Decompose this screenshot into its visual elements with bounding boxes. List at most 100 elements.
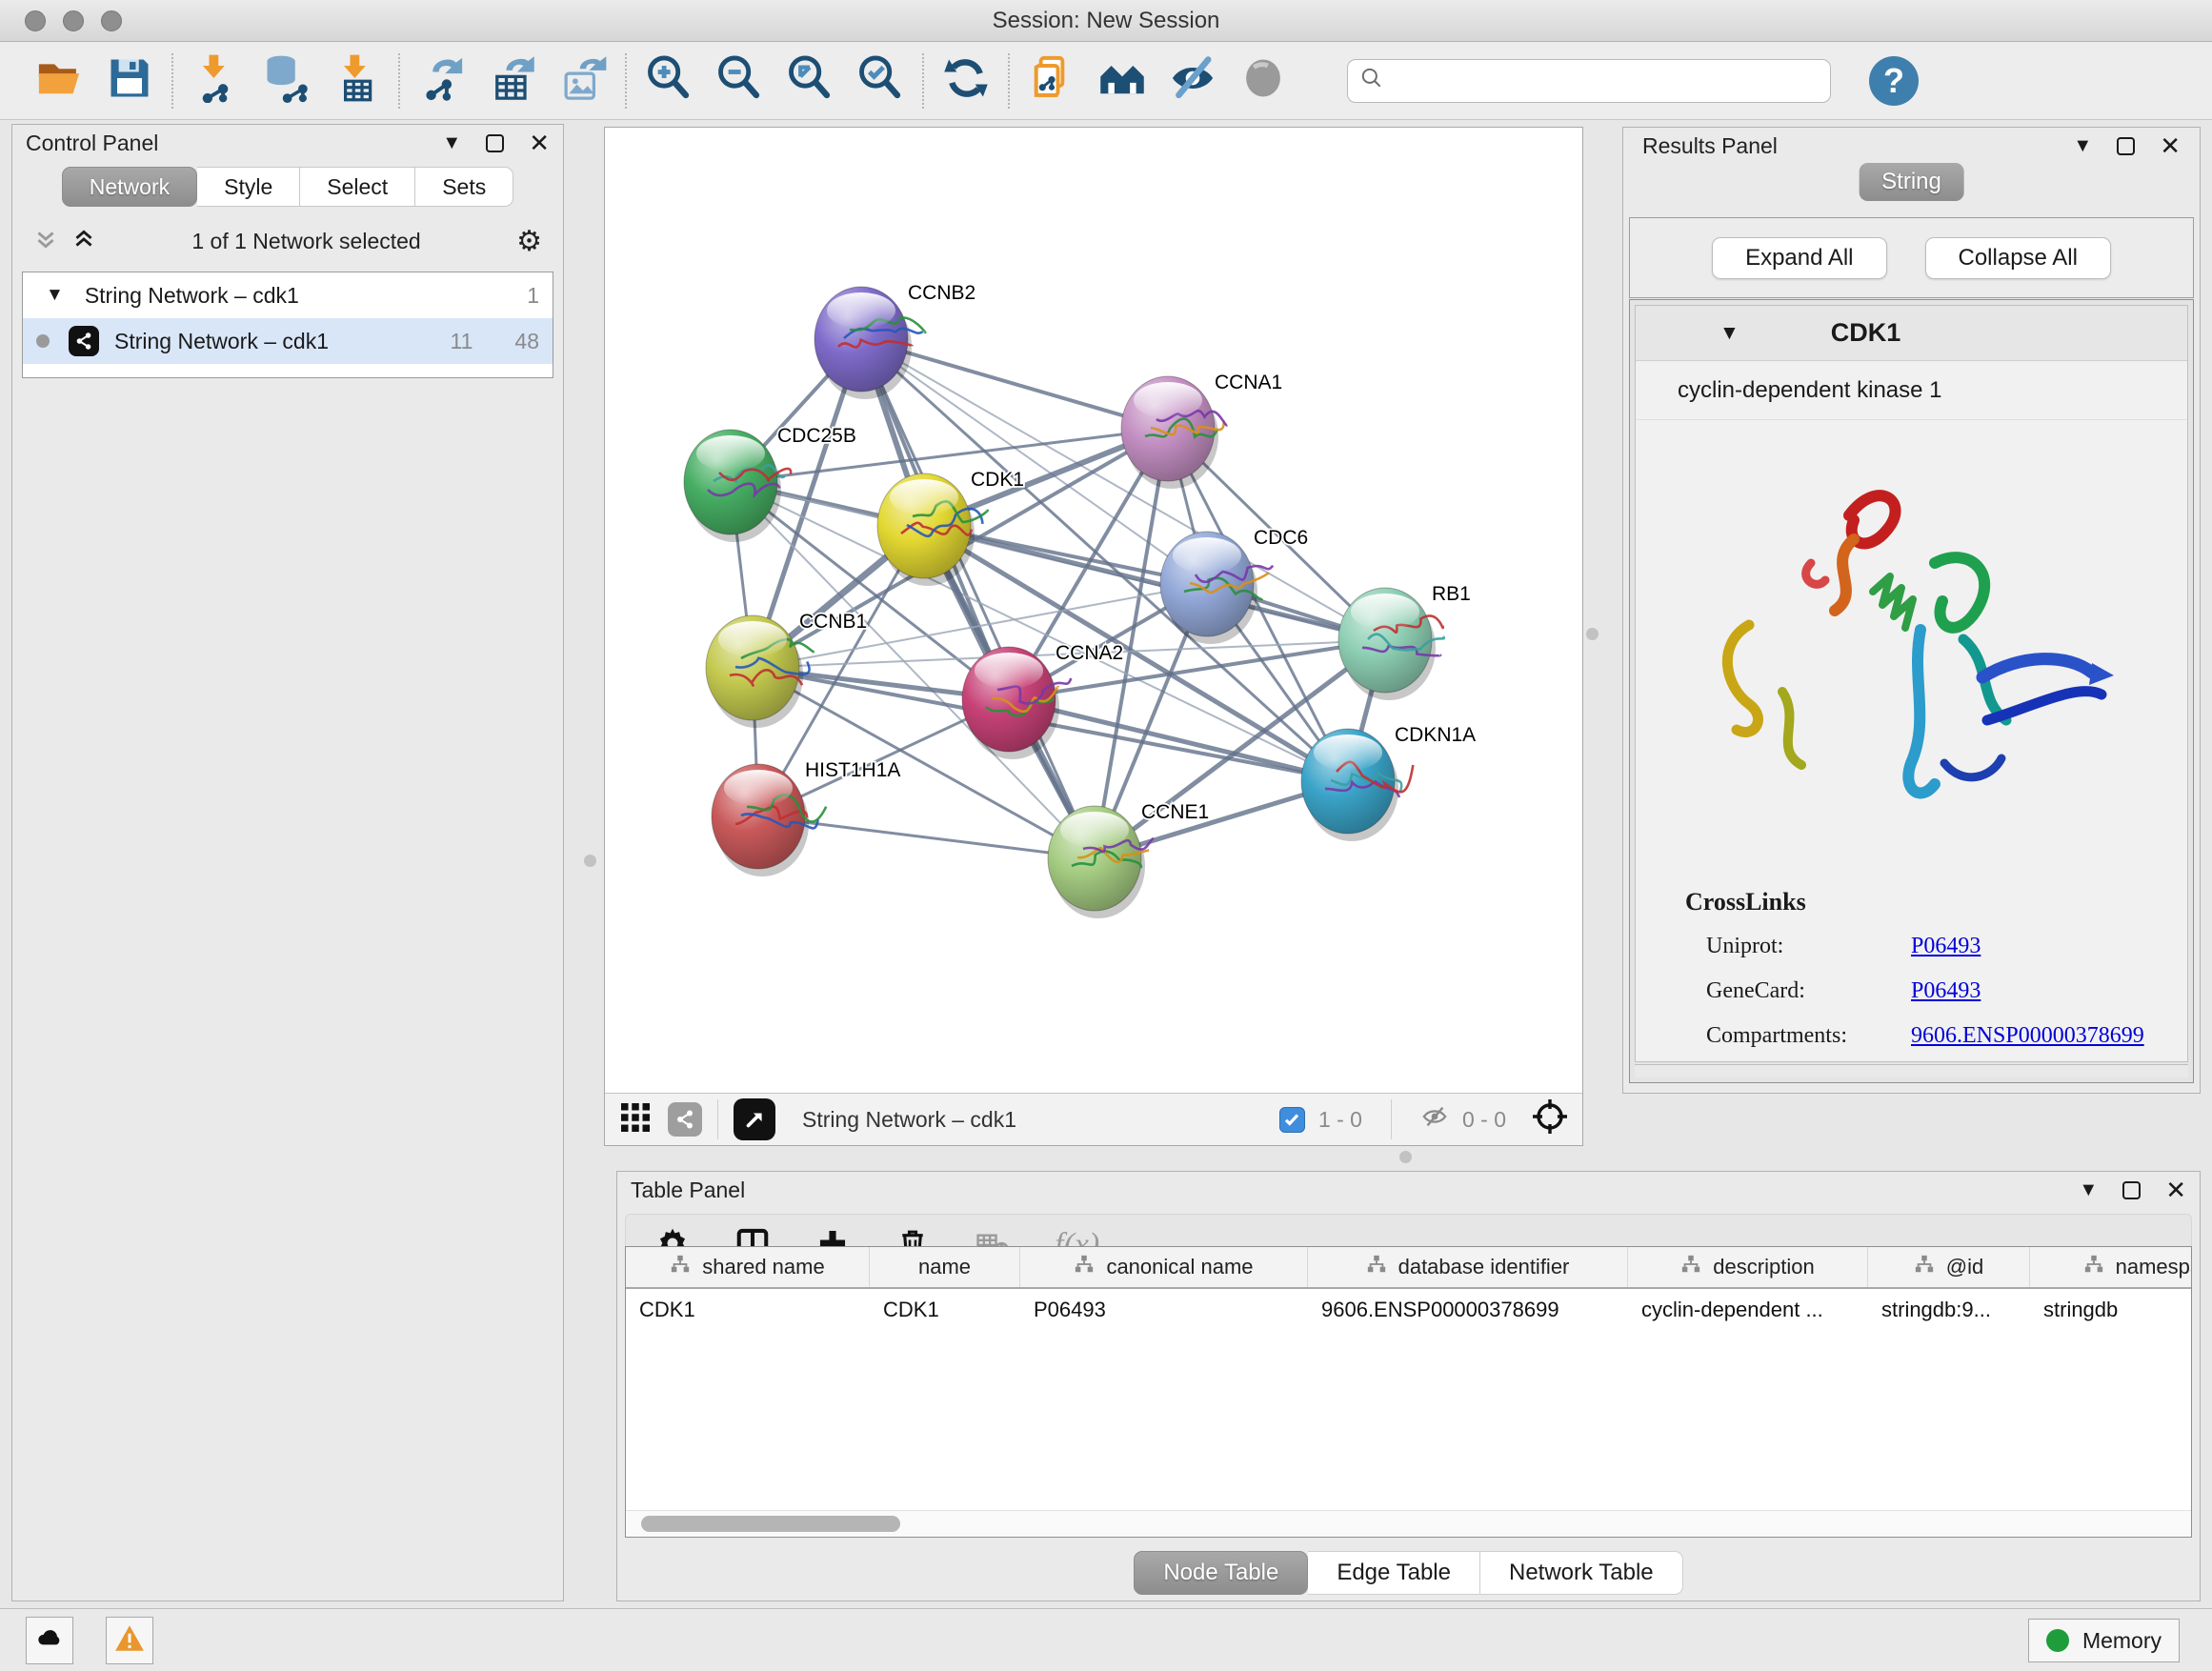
export-image-button[interactable] — [556, 54, 610, 108]
tab-node-table[interactable]: Node Table — [1134, 1551, 1308, 1595]
open-session-button[interactable] — [32, 54, 86, 108]
network-node-rb1[interactable]: RB1 — [1338, 583, 1471, 700]
network-node-cdk1[interactable]: CDK1 — [877, 469, 1024, 586]
scrollbar-thumb[interactable] — [641, 1516, 900, 1532]
search-input[interactable] — [1384, 68, 1784, 94]
results-scrollbar[interactable] — [1635, 1064, 2188, 1077]
selected-checkbox-icon[interactable] — [1279, 1107, 1305, 1133]
crosslink-link[interactable]: P06493 — [1911, 978, 1981, 1004]
network-node-ccne1[interactable]: CCNE1 — [1048, 801, 1209, 918]
panel-close-icon[interactable]: ✕ — [529, 131, 550, 155]
collection-expander-icon[interactable]: ▼ — [46, 285, 64, 306]
table-cell[interactable]: P06493 — [1020, 1289, 1308, 1331]
network-node-cdc25b[interactable]: CDC25B — [684, 425, 856, 542]
panel-menu-icon[interactable]: ▼ — [442, 132, 461, 154]
network-node-ccna1[interactable]: CCNA1 — [1121, 372, 1282, 489]
hide-selected-button[interactable] — [1166, 54, 1219, 108]
column-type-icon — [1074, 1254, 1095, 1280]
gear-icon[interactable]: ⚙ — [516, 225, 542, 258]
table-cell[interactable]: stringdb:9... — [1868, 1289, 2030, 1331]
tab-select[interactable]: Select — [300, 167, 415, 207]
zoom-selected-button[interactable] — [854, 54, 907, 108]
column-header-namespace[interactable]: namespace — [2030, 1247, 2192, 1287]
column-header-shared-name[interactable]: shared name — [626, 1247, 870, 1287]
warnings-button[interactable] — [106, 1617, 153, 1664]
zoom-in-button[interactable] — [642, 54, 695, 108]
collapse-all-button[interactable]: Collapse All — [1925, 237, 2111, 279]
table-panel-title: Table Panel — [631, 1178, 745, 1203]
left-splitter-grip[interactable] — [584, 855, 596, 867]
expand-all-button[interactable]: Expand All — [1712, 237, 1886, 279]
crosslink-link[interactable]: 9606.ENSP00000378699 — [1911, 1023, 2144, 1049]
network-node-hist1h1a[interactable]: HIST1H1A — [712, 759, 900, 876]
network-node-cdc6[interactable]: CDC6 — [1160, 527, 1308, 644]
table-row[interactable]: CDK1CDK1P064939606.ENSP00000378699cyclin… — [626, 1289, 2191, 1331]
birdseye-toggle-icon[interactable] — [1531, 1097, 1569, 1141]
network-canvas[interactable]: CCNB2CCNA1CDC25BCDK1CDC6RB1CCNB1CCNA2CDK… — [605, 128, 1582, 1093]
column-header-database-identifier[interactable]: database identifier — [1308, 1247, 1628, 1287]
expand-all-icon[interactable] — [71, 227, 96, 256]
results-float-icon[interactable] — [2117, 137, 2135, 155]
table-close-icon[interactable]: ✕ — [2165, 1178, 2186, 1202]
column-header-name[interactable]: name — [870, 1247, 1020, 1287]
table-cell[interactable]: CDK1 — [870, 1289, 1020, 1331]
gene-header-row[interactable]: ▼ CDK1 — [1636, 306, 2187, 361]
export-table-button[interactable] — [486, 54, 539, 108]
apply-layout-button[interactable] — [939, 54, 993, 108]
table-float-icon[interactable] — [2122, 1181, 2141, 1199]
column-header-description[interactable]: description — [1628, 1247, 1868, 1287]
network-row[interactable]: String Network – cdk1 11 48 — [23, 318, 553, 364]
first-neighbors-button[interactable] — [1096, 54, 1149, 108]
tab-sets[interactable]: Sets — [415, 167, 513, 207]
save-session-button[interactable] — [103, 54, 156, 108]
table-cell[interactable]: CDK1 — [626, 1289, 870, 1331]
memory-button[interactable]: Memory — [2028, 1619, 2180, 1662]
import-network-from-database-button[interactable] — [259, 54, 312, 108]
gene-expander-icon[interactable]: ▼ — [1719, 322, 1739, 345]
network-node-cdkn1a[interactable]: CDKN1A — [1301, 724, 1476, 841]
zoom-out-button[interactable] — [713, 54, 766, 108]
bottom-splitter-grip[interactable] — [1399, 1151, 1412, 1163]
column-header--id[interactable]: @id — [1868, 1247, 2030, 1287]
help-button[interactable]: ? — [1869, 56, 1919, 106]
network-node-count: 11 — [451, 329, 473, 354]
zoom-fit-button[interactable] — [783, 54, 836, 108]
search-icon — [1359, 66, 1384, 95]
detach-view-icon[interactable] — [734, 1098, 775, 1140]
zoom-selected-icon — [855, 53, 905, 108]
column-header-canonical-name[interactable]: canonical name — [1020, 1247, 1308, 1287]
tab-string[interactable]: String — [1859, 163, 1964, 201]
column-type-icon — [1680, 1254, 1701, 1280]
table-cell[interactable]: stringdb — [2030, 1289, 2192, 1331]
import-table-button[interactable] — [330, 54, 383, 108]
table-cell[interactable]: 9606.ENSP00000378699 — [1308, 1289, 1628, 1331]
show-all-button[interactable] — [1237, 54, 1290, 108]
eye-slash-icon — [1168, 53, 1217, 108]
tab-edge-table[interactable]: Edge Table — [1308, 1551, 1480, 1595]
tab-network[interactable]: Network — [62, 167, 197, 207]
collapse-all-icon[interactable] — [33, 227, 58, 256]
table-cell[interactable]: cyclin-dependent ... — [1628, 1289, 1868, 1331]
clone-network-button[interactable] — [1025, 54, 1078, 108]
network-node-ccnb2[interactable]: CCNB2 — [814, 282, 975, 399]
results-close-icon[interactable]: ✕ — [2160, 133, 2181, 158]
network-node-ccna2[interactable]: CCNA2 — [962, 642, 1123, 759]
panel-float-icon[interactable] — [486, 134, 504, 152]
import-network-button[interactable] — [189, 54, 242, 108]
table-menu-icon[interactable]: ▼ — [2079, 1179, 2098, 1201]
tab-style[interactable]: Style — [197, 167, 300, 207]
export-image-icon — [558, 53, 608, 108]
results-panel: Results Panel ▼ ✕ String Expand All Coll… — [1622, 127, 2201, 1094]
right-splitter-grip[interactable] — [1586, 628, 1599, 640]
network-badge-icon[interactable] — [668, 1102, 702, 1137]
table-horizontal-scrollbar[interactable] — [626, 1510, 2191, 1537]
cloud-status-button[interactable] — [26, 1617, 73, 1664]
hidden-node-edge-counts: 0 - 0 — [1462, 1107, 1506, 1133]
results-menu-icon[interactable]: ▼ — [2073, 135, 2092, 157]
crosslink-link[interactable]: P06493 — [1911, 934, 1981, 959]
network-collection-row[interactable]: ▼ String Network – cdk1 1 — [23, 272, 553, 318]
column-type-icon — [1914, 1254, 1935, 1280]
export-network-button[interactable] — [415, 54, 469, 108]
tab-network-table[interactable]: Network Table — [1480, 1551, 1683, 1595]
grid-view-icon[interactable] — [618, 1100, 653, 1139]
